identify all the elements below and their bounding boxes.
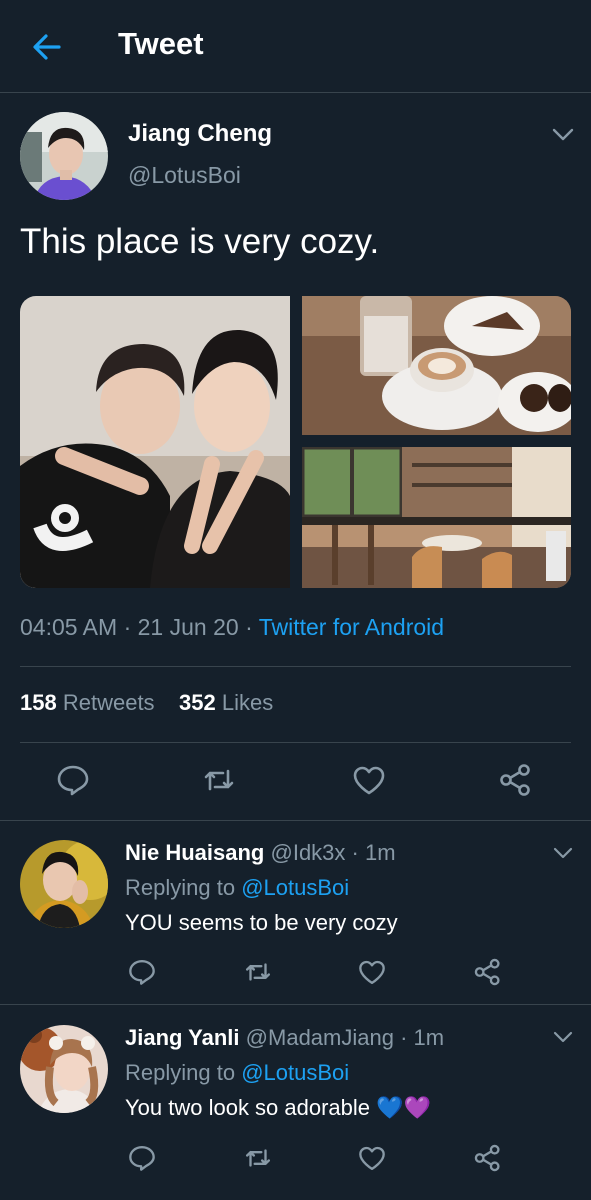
retweets-stat[interactable]: 158 Retweets — [20, 690, 155, 715]
back-arrow-icon[interactable] — [30, 30, 64, 64]
tweet-text: This place is very cozy. — [20, 222, 380, 261]
reply-avatar[interactable] — [20, 1025, 108, 1113]
divider — [0, 1004, 591, 1005]
share-icon[interactable] — [498, 762, 534, 798]
replying-to: Replying to @LotusBoi — [125, 1060, 349, 1086]
replying-to-prefix: Replying to — [125, 1060, 236, 1085]
replying-to-prefix: Replying to — [125, 875, 236, 900]
likes-stat[interactable]: 352 Likes — [179, 690, 273, 715]
top-bar: Tweet — [0, 0, 591, 93]
tweet-time: 04:05 AM — [20, 614, 118, 640]
reply-time: · 1m — [400, 1025, 445, 1050]
replying-to-handle[interactable]: @LotusBoi — [241, 875, 349, 900]
reply-author-name[interactable]: Jiang Yanli — [125, 1025, 240, 1050]
reply-text: YOU seems to be very cozy — [125, 910, 398, 935]
reply-icon[interactable] — [127, 1143, 157, 1173]
reply-author-handle[interactable]: @Idk3x — [271, 840, 346, 865]
reply-icon[interactable] — [127, 957, 157, 987]
page-title: Tweet — [118, 26, 204, 61]
likes-count: 352 — [179, 690, 216, 715]
retweet-icon[interactable] — [243, 957, 273, 987]
like-heart-icon[interactable] — [357, 957, 387, 987]
reply-author-handle[interactable]: @MadamJiang — [246, 1025, 394, 1050]
divider — [20, 666, 571, 667]
tweet-source-link[interactable]: Twitter for Android — [259, 614, 444, 640]
reply-header: Jiang Yanli @MadamJiang · 1m — [125, 1025, 444, 1051]
reply-header: Nie Huaisang @Idk3x · 1m — [125, 840, 396, 866]
tweet-photo-coffee[interactable] — [302, 296, 571, 435]
author-name[interactable]: Jiang Cheng — [128, 120, 272, 148]
reply-avatar[interactable] — [20, 840, 108, 928]
share-icon[interactable] — [473, 957, 503, 987]
reply-icon[interactable] — [55, 762, 91, 798]
tweet-photo-cafe-interior[interactable] — [302, 447, 571, 588]
tweet-photo-selfie[interactable] — [20, 296, 290, 588]
chevron-down-icon[interactable] — [552, 844, 574, 862]
retweet-icon[interactable] — [201, 762, 237, 798]
reply-time: · 1m — [351, 840, 396, 865]
replying-to-handle[interactable]: @LotusBoi — [241, 1060, 349, 1085]
like-heart-icon[interactable] — [351, 762, 387, 798]
chevron-down-icon[interactable] — [550, 124, 576, 144]
divider — [0, 820, 591, 821]
replying-to: Replying to @LotusBoi — [125, 875, 349, 901]
author-handle[interactable]: @LotusBoi — [128, 162, 241, 189]
retweets-label: Retweets — [62, 690, 155, 715]
retweet-icon[interactable] — [243, 1143, 273, 1173]
divider — [20, 742, 571, 743]
chevron-down-icon[interactable] — [552, 1028, 574, 1046]
share-icon[interactable] — [473, 1143, 503, 1173]
author-avatar[interactable] — [20, 112, 108, 200]
retweets-count: 158 — [20, 690, 57, 715]
reply-author-name[interactable]: Nie Huaisang — [125, 840, 264, 865]
meta-separator: · — [245, 614, 253, 640]
tweet-date: 21 Jun 20 — [137, 614, 239, 640]
meta-separator: · — [123, 614, 132, 640]
likes-label: Likes — [221, 690, 274, 715]
reply-text: You two look so adorable 💙💜 — [125, 1095, 431, 1120]
tweet-meta: 04:05 AM · 21 Jun 20 · Twitter for Andro… — [20, 614, 444, 641]
like-heart-icon[interactable] — [357, 1143, 387, 1173]
tweet-stats: 158 Retweets 352 Likes — [20, 690, 273, 716]
